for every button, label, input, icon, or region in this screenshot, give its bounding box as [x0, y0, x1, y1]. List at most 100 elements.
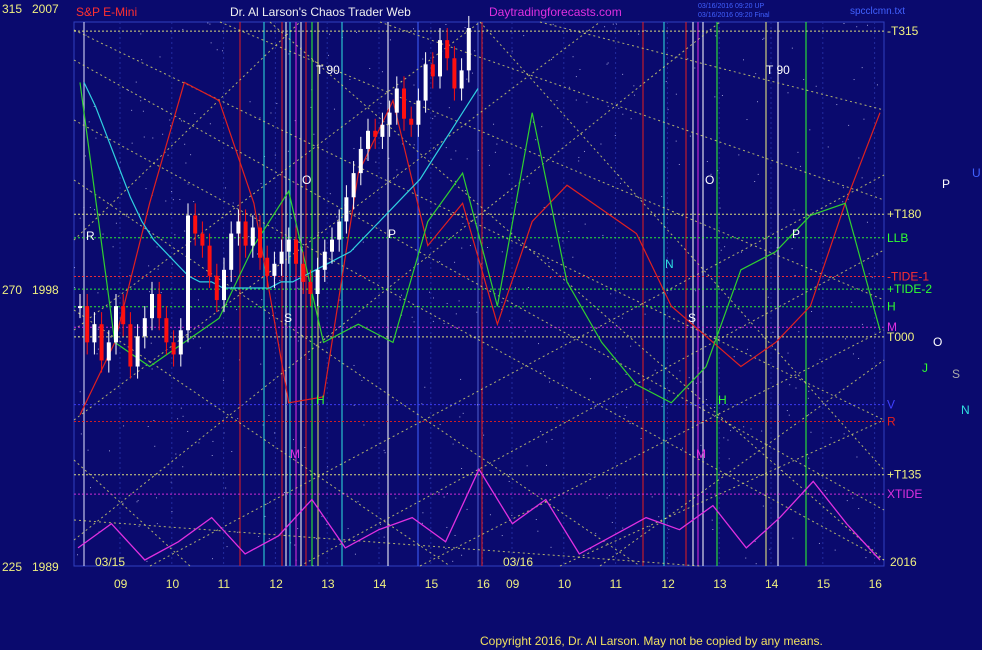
lattice-line	[539, 21, 885, 111]
marker-letter: P	[388, 227, 396, 241]
star-dot	[474, 50, 476, 52]
star-dot	[381, 71, 383, 73]
star-dot	[629, 423, 631, 425]
star-dot	[125, 215, 127, 217]
star-dot	[466, 158, 468, 160]
star-dot	[443, 496, 445, 498]
star-dot	[489, 514, 491, 516]
star-dot	[156, 246, 158, 248]
star-dot	[297, 340, 299, 342]
star-dot	[85, 34, 87, 36]
star-dot	[501, 535, 503, 537]
star-dot	[509, 320, 511, 322]
star-dot	[546, 441, 548, 443]
left-axis-low-price: 225	[2, 560, 22, 574]
marker-letter: U	[972, 166, 981, 180]
star-dot	[190, 154, 192, 156]
star-dot	[400, 294, 402, 296]
star-dot	[755, 73, 757, 75]
star-dot	[466, 508, 468, 510]
star-dot	[389, 39, 391, 41]
date-label-1: 03/15	[95, 555, 125, 569]
star-dot	[179, 199, 181, 201]
star-dot	[224, 187, 226, 189]
marker-letter: N	[665, 257, 674, 271]
star-dot	[584, 223, 586, 225]
star-dot	[177, 418, 179, 420]
star-dot	[357, 500, 359, 502]
price-bar	[466, 28, 471, 71]
star-dot	[77, 554, 79, 556]
star-dot	[460, 378, 462, 380]
star-dot	[575, 76, 577, 78]
star-dot	[493, 123, 495, 125]
price-bar	[214, 275, 219, 301]
star-dot	[249, 101, 251, 103]
star-dot	[687, 58, 689, 60]
star-dot	[809, 129, 811, 131]
star-dot	[675, 93, 677, 95]
star-dot	[550, 59, 552, 61]
star-dot	[160, 292, 162, 294]
star-dot	[329, 193, 331, 195]
left-axis-low-year: 1989	[32, 560, 59, 574]
level-label: +TIDE-2	[887, 282, 932, 296]
star-dot	[535, 139, 537, 141]
star-dot	[445, 147, 447, 149]
star-dot	[274, 154, 276, 156]
price-bar	[150, 294, 154, 319]
star-dot	[411, 316, 413, 318]
star-dot	[439, 260, 441, 262]
star-dot	[74, 287, 76, 289]
star-dot	[843, 23, 845, 25]
price-bar	[229, 233, 234, 270]
star-dot	[606, 497, 608, 499]
star-dot	[339, 299, 341, 301]
marker-letter: J	[922, 361, 928, 375]
star-dot	[511, 514, 513, 516]
x-tick-label: 13	[713, 577, 727, 591]
star-dot	[148, 265, 150, 267]
star-dot	[101, 475, 103, 477]
star-dot	[446, 303, 448, 305]
star-dot	[861, 177, 863, 179]
star-dot	[477, 149, 479, 151]
star-dot	[396, 169, 398, 171]
star-dot	[767, 296, 769, 298]
star-dot	[236, 531, 238, 533]
star-dot	[646, 401, 648, 403]
star-dot	[624, 414, 626, 416]
star-dot	[149, 291, 151, 293]
star-dot	[236, 309, 238, 311]
star-dot	[156, 523, 158, 525]
star-dot	[146, 560, 148, 562]
site-link[interactable]: Daytradingforecasts.com	[489, 5, 622, 19]
star-dot	[445, 548, 447, 550]
marker-letter: R	[86, 229, 95, 243]
star-dot	[135, 81, 137, 83]
star-dot	[89, 190, 91, 192]
star-dot	[93, 106, 95, 108]
x-tick-label: 12	[661, 577, 675, 591]
star-dot	[384, 452, 386, 454]
star-dot	[96, 353, 98, 355]
star-dot	[171, 190, 173, 192]
star-dot	[721, 94, 723, 96]
x-tick-label: 13	[321, 577, 335, 591]
star-dot	[328, 54, 330, 56]
star-dot	[198, 442, 200, 444]
star-dot	[151, 368, 153, 370]
star-dot	[769, 548, 771, 550]
star-dot	[853, 79, 855, 81]
price-bar	[92, 324, 97, 343]
star-dot	[761, 430, 763, 432]
star-dot	[830, 437, 832, 439]
level-label: R	[887, 415, 896, 429]
star-dot	[762, 38, 764, 40]
star-dot	[438, 491, 440, 493]
star-dot	[184, 143, 186, 145]
left-axis-mid-year: 1998	[32, 283, 59, 297]
star-dot	[851, 301, 853, 303]
lattice-line	[419, 329, 885, 567]
marker-letter: O	[302, 173, 311, 187]
